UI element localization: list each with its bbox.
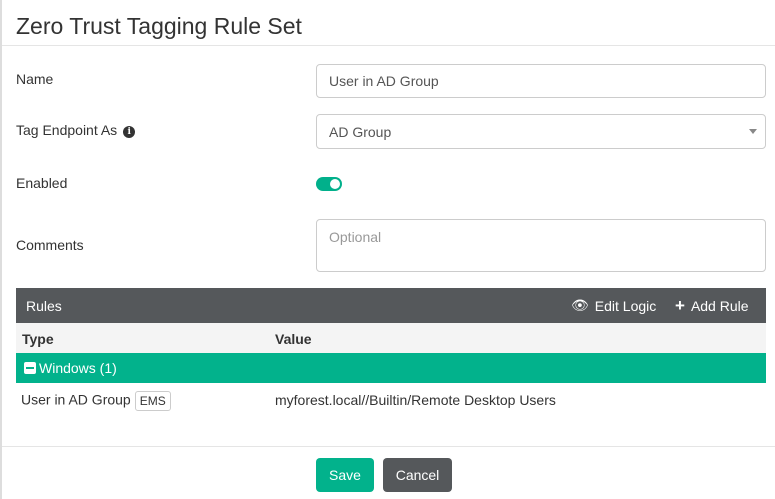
column-value: Value	[275, 331, 312, 347]
enabled-toggle[interactable]	[316, 177, 342, 191]
tag-endpoint-value: AD Group	[329, 123, 392, 140]
collapse-icon[interactable]	[24, 362, 36, 374]
table-row[interactable]: User in AD Group EMS myforest.local//Buil…	[16, 383, 766, 417]
left-border	[0, 0, 2, 499]
tag-endpoint-label-text: Tag Endpoint As	[16, 122, 118, 138]
group-row-windows[interactable]: Windows (1)	[16, 353, 766, 383]
rules-header: Rules 👁 Edit Logic + Add Rule	[16, 288, 766, 323]
edit-logic-label: Edit Logic	[594, 297, 657, 314]
chevron-down-icon	[749, 129, 757, 134]
edit-logic-button[interactable]: 👁 Edit Logic	[571, 297, 656, 314]
page-title: Zero Trust Tagging Rule Set	[16, 13, 302, 39]
group-label: Windows (1)	[39, 360, 117, 376]
column-type: Type	[22, 331, 54, 347]
info-icon[interactable]: i	[123, 126, 136, 138]
rules-title: Rules	[26, 297, 62, 314]
divider	[2, 45, 775, 46]
comments-textarea[interactable]: Optional	[316, 219, 766, 272]
add-rule-button[interactable]: + Add Rule	[675, 296, 749, 316]
eye-icon: 👁	[571, 297, 589, 313]
tag-endpoint-select[interactable]: AD Group	[316, 114, 766, 149]
tag-endpoint-label: Tag Endpoint As i	[16, 122, 136, 138]
plus-icon: +	[675, 295, 685, 315]
name-label: Name	[16, 71, 54, 87]
rules-table-header: Type Value	[16, 323, 766, 353]
comments-placeholder: Optional	[329, 229, 382, 245]
add-rule-label: Add Rule	[690, 297, 749, 314]
name-value: User in AD Group	[329, 73, 439, 89]
rule-type-text: User in AD Group	[21, 391, 131, 408]
name-input[interactable]: User in AD Group	[316, 64, 766, 98]
rule-value: myforest.local//Builtin/Remote Desktop U…	[275, 392, 556, 408]
rule-type: User in AD Group EMS	[21, 391, 171, 411]
ems-badge: EMS	[134, 391, 171, 411]
divider	[2, 446, 775, 447]
comments-label: Comments	[16, 237, 84, 253]
enabled-label: Enabled	[16, 175, 68, 191]
cancel-button[interactable]: Cancel	[383, 458, 452, 492]
save-button[interactable]: Save	[316, 458, 374, 492]
